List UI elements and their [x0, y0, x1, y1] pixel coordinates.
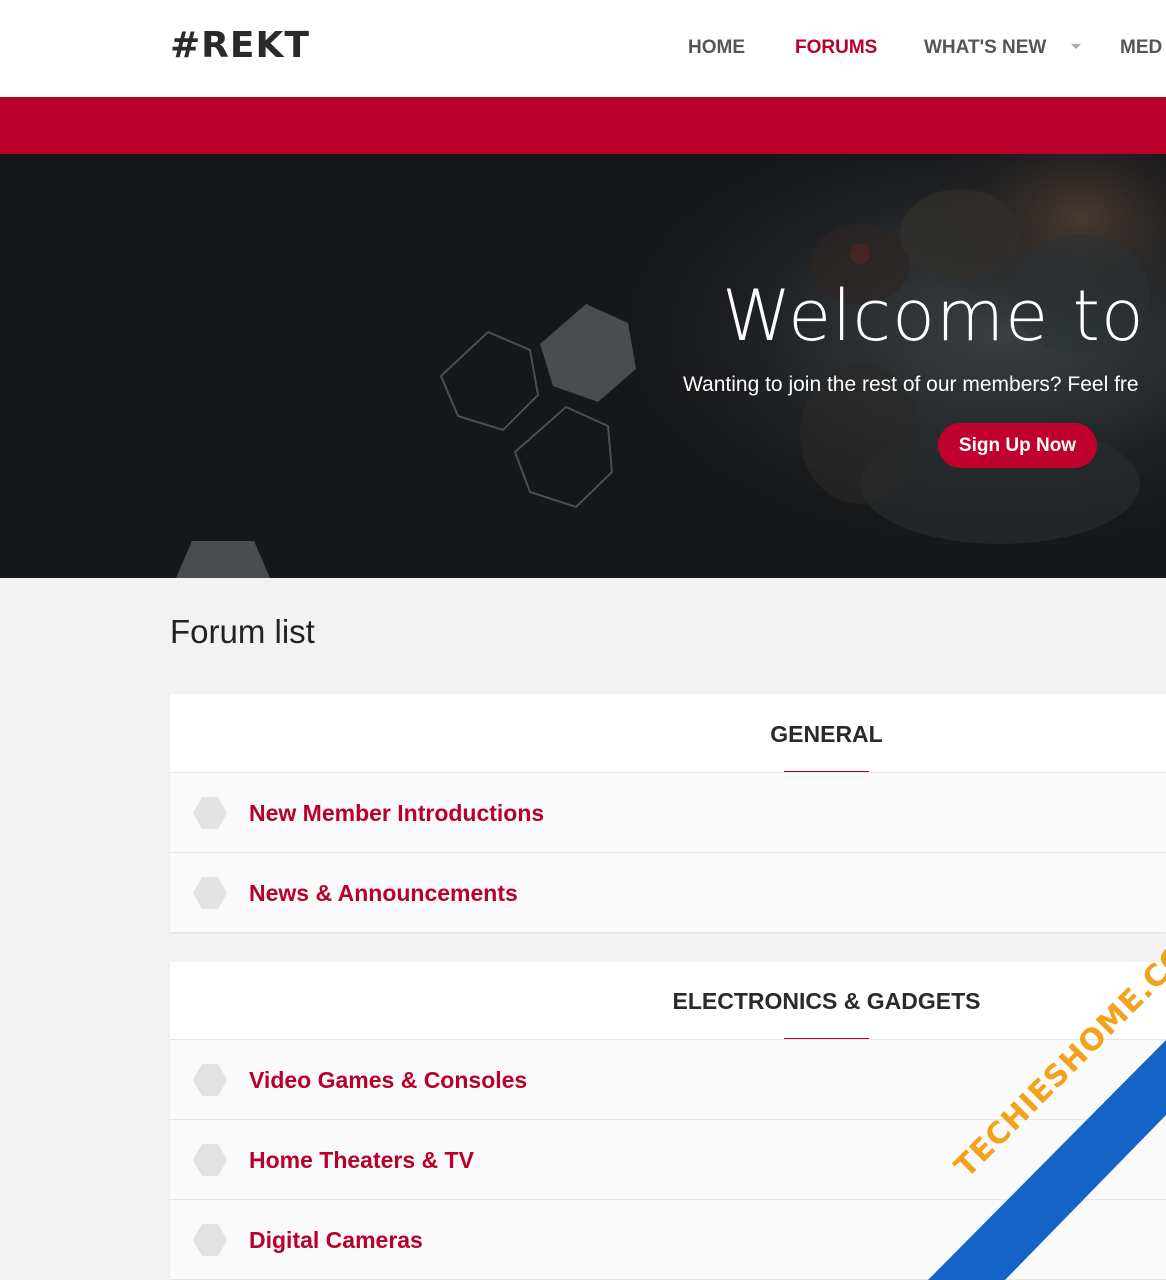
- sign-up-button[interactable]: Sign Up Now: [938, 423, 1097, 468]
- category-header: ELECTRONICS & GADGETS: [170, 962, 1166, 1042]
- category-title[interactable]: ELECTRONICS & GADGETS: [170, 987, 1166, 1015]
- chevron-down-icon[interactable]: [1071, 44, 1081, 49]
- hexagon-forum-icon: [193, 1224, 227, 1256]
- forum-node[interactable]: News & Announcements: [170, 852, 1166, 932]
- forum-category-electronics: ELECTRONICS & GADGETS Video Games & Cons…: [170, 962, 1166, 1279]
- forum-link[interactable]: New Member Introductions: [249, 799, 544, 827]
- hexagon-forum-icon: [193, 797, 227, 829]
- site-header: #REKT HOME FORUMS WHAT'S NEW MED: [0, 0, 1166, 97]
- hexagon-forum-icon: [193, 1144, 227, 1176]
- page-title: Forum list: [170, 613, 315, 650]
- welcome-heading: Welcome to #R: [722, 275, 1166, 357]
- category-header: GENERAL: [170, 694, 1166, 775]
- nav-media[interactable]: MED: [1120, 36, 1162, 60]
- forum-link[interactable]: Video Games & Consoles: [249, 1066, 527, 1094]
- site-logo[interactable]: #REKT: [170, 26, 310, 66]
- forum-node[interactable]: New Member Introductions: [170, 772, 1166, 852]
- hexagon-filled-shape: [176, 541, 270, 578]
- welcome-subtitle: Wanting to join the rest of our members?…: [683, 373, 1139, 396]
- forum-node[interactable]: Home Theaters & TV: [170, 1119, 1166, 1199]
- hexagon-forum-icon: [193, 877, 227, 909]
- forum-link[interactable]: Home Theaters & TV: [249, 1146, 474, 1174]
- banner-artwork: [176, 154, 1166, 578]
- forum-link[interactable]: Digital Cameras: [249, 1226, 423, 1254]
- nav-forums[interactable]: FORUMS: [795, 36, 877, 60]
- forum-link[interactable]: News & Announcements: [249, 879, 518, 907]
- welcome-banner: Welcome to #R Wanting to join the rest o…: [0, 154, 1166, 578]
- forum-node[interactable]: Video Games & Consoles: [170, 1039, 1166, 1119]
- hexagon-forum-icon: [193, 1064, 227, 1096]
- forum-node[interactable]: Digital Cameras: [170, 1199, 1166, 1279]
- accent-bar: [0, 97, 1166, 154]
- nav-whats-new[interactable]: WHAT'S NEW: [924, 36, 1046, 60]
- nav-home[interactable]: HOME: [688, 36, 745, 60]
- page: #REKT HOME FORUMS WHAT'S NEW MED Welcome…: [0, 0, 1166, 1280]
- category-title[interactable]: GENERAL: [170, 720, 1166, 748]
- forum-category-general: GENERAL New Member Introductions News & …: [170, 694, 1166, 932]
